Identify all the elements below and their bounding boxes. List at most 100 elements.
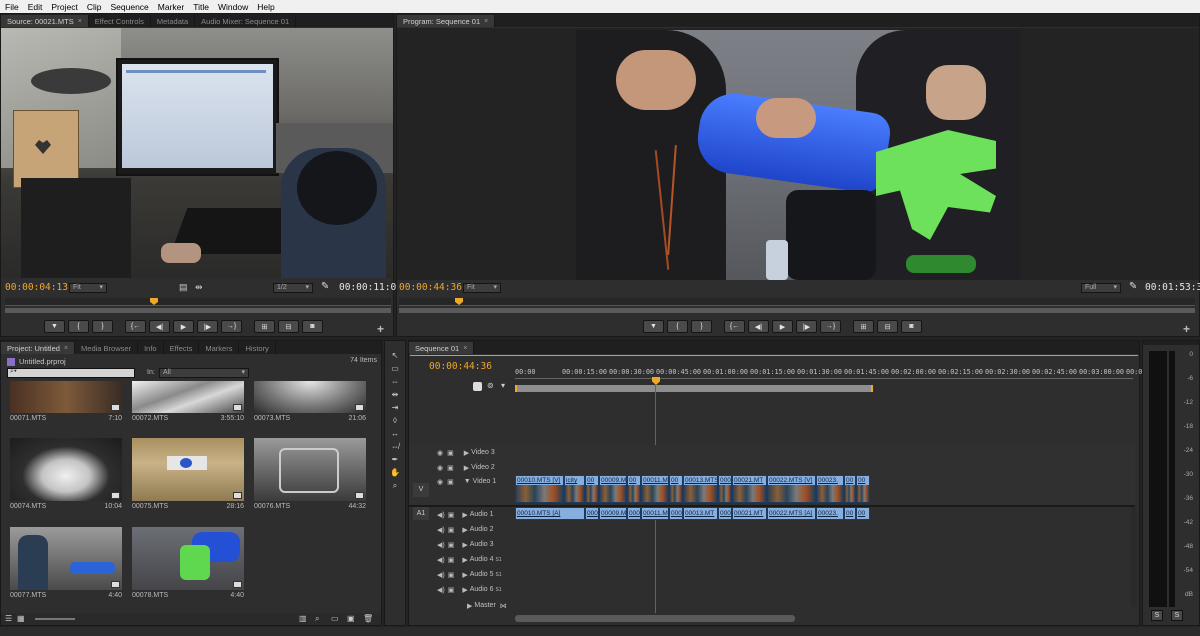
step-back-button[interactable]: ◀| bbox=[748, 320, 769, 333]
menu-sequence[interactable]: Sequence bbox=[110, 2, 148, 12]
slip-tool-icon[interactable]: ↔ bbox=[389, 428, 401, 439]
menu-marker[interactable]: Marker bbox=[158, 2, 184, 12]
chevron-right-icon[interactable]: ▶ bbox=[462, 541, 467, 549]
mark-in-button[interactable]: { bbox=[667, 320, 688, 333]
chevron-right-icon[interactable]: ▶ bbox=[462, 556, 467, 564]
eye-icon[interactable]: ◉ bbox=[437, 478, 443, 486]
speaker-icon[interactable]: ◀) bbox=[437, 541, 445, 549]
close-icon[interactable]: × bbox=[484, 18, 488, 25]
clip-icon[interactable]: ▤ bbox=[179, 282, 188, 293]
insert-button[interactable]: ⊞ bbox=[254, 320, 275, 333]
razor-tool-icon[interactable]: ◊ bbox=[389, 415, 401, 426]
video-clip[interactable]: 00 bbox=[844, 475, 856, 503]
track-audio-2[interactable]: ◀) ▣ ▶ Audio 2 bbox=[409, 522, 513, 537]
playhead-marker[interactable] bbox=[150, 298, 158, 305]
list-item[interactable]: 00072.MTS 3:55:10 bbox=[132, 381, 244, 422]
video-clip[interactable]: 00022.MTS [V] bbox=[767, 475, 816, 503]
trash-icon[interactable]: 🗑 bbox=[363, 614, 373, 623]
marker-icon[interactable]: ▾ bbox=[501, 381, 505, 390]
video-clip[interactable]: 00011.M bbox=[641, 475, 669, 503]
video-clip[interactable]: 00 bbox=[585, 475, 599, 503]
solo-button-left[interactable]: S bbox=[1151, 610, 1163, 621]
clip-thumbnail[interactable] bbox=[254, 381, 366, 413]
tab-program[interactable]: Program: Sequence 01 × bbox=[397, 15, 496, 27]
list-item[interactable]: 00075.MTS 28:16 bbox=[132, 438, 244, 510]
track-audio-4[interactable]: ◀) ▣ ▶ Audio 4 S1 bbox=[409, 552, 513, 567]
go-to-out-button[interactable]: →} bbox=[820, 320, 841, 333]
video-clip[interactable]: 00013.MTS bbox=[683, 475, 718, 503]
export-frame-button[interactable]: ◙ bbox=[302, 320, 323, 333]
lock-icon[interactable]: ▣ bbox=[447, 449, 454, 457]
hand-tool-icon[interactable]: ✋ bbox=[389, 467, 401, 478]
audio-clip[interactable]: 00011.M bbox=[641, 507, 669, 520]
tab-source[interactable]: Source: 00021.MTS × bbox=[1, 15, 89, 27]
snap-icon[interactable] bbox=[473, 382, 482, 391]
go-to-in-button[interactable]: {← bbox=[724, 320, 745, 333]
audio-clip[interactable]: 00009.M bbox=[599, 507, 627, 520]
zoom-slider[interactable] bbox=[35, 618, 75, 620]
clip-thumbnail[interactable] bbox=[10, 438, 122, 501]
lock-icon[interactable]: ▣ bbox=[448, 511, 455, 519]
eye-icon[interactable]: ◉ bbox=[437, 449, 443, 457]
track-video-3[interactable]: ◉ ▣ ▶ Video 3 bbox=[409, 445, 513, 460]
menu-clip[interactable]: Clip bbox=[87, 2, 102, 12]
program-time-ruler[interactable] bbox=[399, 298, 1195, 306]
menu-edit[interactable]: Edit bbox=[28, 2, 43, 12]
audio-clip[interactable]: 00 bbox=[844, 507, 856, 520]
chevron-right-icon[interactable]: ▶ bbox=[467, 602, 472, 610]
audio-clip[interactable]: 00023. bbox=[816, 507, 844, 520]
timeline-current-timecode[interactable]: 00:00:44:36 bbox=[429, 361, 492, 372]
track-select-tool-icon[interactable]: ▭ bbox=[389, 363, 401, 374]
track-audio-1[interactable]: ◀) ▣ ▶ Audio 1 bbox=[409, 507, 513, 522]
solo-button-right[interactable]: S bbox=[1171, 610, 1183, 621]
clip-thumbnail[interactable] bbox=[10, 381, 122, 413]
tab-info[interactable]: Info bbox=[138, 342, 164, 354]
audio-clip[interactable]: 000 bbox=[669, 507, 683, 520]
track-audio-3[interactable]: ◀) ▣ ▶ Audio 3 bbox=[409, 537, 513, 552]
add-button-icon[interactable]: + bbox=[377, 322, 384, 336]
wrench-icon[interactable]: ✎ bbox=[1129, 281, 1137, 292]
tab-markers[interactable]: Markers bbox=[199, 342, 240, 354]
video-clip[interactable]: 00009.M bbox=[599, 475, 627, 503]
menu-file[interactable]: File bbox=[5, 2, 19, 12]
menu-title[interactable]: Title bbox=[193, 2, 209, 12]
video-clip[interactable]: 00023. bbox=[816, 475, 844, 503]
lock-icon[interactable]: ▣ bbox=[447, 464, 454, 472]
chevron-right-icon[interactable]: ▶ bbox=[462, 586, 467, 594]
video-clip[interactable]: 00010.MTS [V] bbox=[515, 475, 564, 503]
icon-view-icon[interactable]: ▦ bbox=[17, 614, 25, 623]
tab-history[interactable]: History bbox=[239, 342, 276, 354]
link-icon[interactable]: ⊚ bbox=[487, 381, 494, 390]
selection-tool-icon[interactable]: ↖ bbox=[389, 350, 401, 361]
speaker-icon[interactable]: ◀) bbox=[437, 526, 445, 534]
pen-tool-icon[interactable]: ✒ bbox=[389, 454, 401, 465]
drag-audio-video-icon[interactable]: ⇹ bbox=[195, 282, 203, 293]
step-back-button[interactable]: ◀| bbox=[149, 320, 170, 333]
playhead-marker[interactable] bbox=[455, 298, 463, 305]
menu-project[interactable]: Project bbox=[51, 2, 77, 12]
eye-icon[interactable]: ◉ bbox=[437, 464, 443, 472]
go-to-in-button[interactable]: {← bbox=[125, 320, 146, 333]
add-marker-button[interactable]: ▼ bbox=[44, 320, 65, 333]
audio-clip[interactable]: 00013.MT bbox=[683, 507, 718, 520]
timeline-scrollbar[interactable] bbox=[515, 615, 795, 622]
play-button[interactable]: ▶ bbox=[173, 320, 194, 333]
speaker-icon[interactable]: ◀) bbox=[437, 586, 445, 594]
program-zoom-dropdown[interactable]: Fit ▾ bbox=[463, 283, 501, 293]
source-resolution-dropdown[interactable]: 1/2 ▾ bbox=[273, 283, 313, 293]
program-zoom-scrollbar[interactable] bbox=[399, 308, 1195, 313]
chevron-right-icon[interactable]: ▶ bbox=[462, 571, 467, 579]
vertical-scrollbar[interactable] bbox=[1131, 507, 1137, 607]
step-forward-button[interactable]: |▶ bbox=[197, 320, 218, 333]
automate-icon[interactable]: ▥ bbox=[299, 614, 307, 623]
tab-sequence[interactable]: Sequence 01 × bbox=[409, 342, 475, 354]
tab-metadata[interactable]: Metadata bbox=[151, 15, 196, 27]
video-clip[interactable]: icity bbox=[564, 475, 585, 503]
track-audio-6[interactable]: ◀) ▣ ▶ Audio 6 S1 bbox=[409, 582, 513, 597]
add-button-icon[interactable]: + bbox=[1183, 322, 1190, 336]
mark-in-button[interactable]: { bbox=[68, 320, 89, 333]
chevron-right-icon[interactable]: ▶ bbox=[464, 464, 469, 472]
list-view-icon[interactable]: ☰ bbox=[5, 614, 12, 623]
clip-thumbnail[interactable] bbox=[254, 438, 366, 501]
audio-clip[interactable]: 000 bbox=[585, 507, 599, 520]
